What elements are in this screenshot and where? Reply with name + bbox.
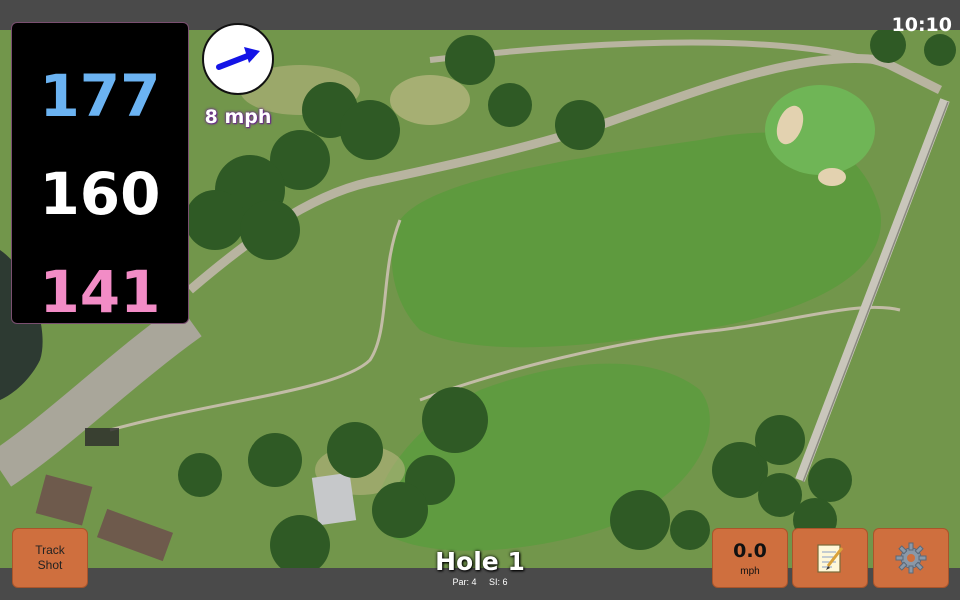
front-distance: 141 [39,258,161,326]
distance-panel: 177 160 141 [11,22,189,324]
clock: 10:10 [891,14,952,36]
notes-button[interactable] [792,528,868,588]
wind-direction-indicator[interactable] [202,23,274,95]
hole-title: Hole 1 [435,547,525,576]
track-shot-label-line1: Track [35,543,65,557]
speed-button[interactable]: 0.0 mph [712,528,788,588]
speed-value: 0.0 [733,539,767,562]
hole-par: Par: 4 [452,577,477,587]
track-shot-label-line2: Shot [37,558,63,572]
back-distance: 177 [39,62,161,130]
gear-icon [895,542,927,574]
track-shot-button[interactable]: Track Shot [12,528,88,588]
hole-info: Par: 4 SI: 6 [380,577,580,587]
wind-speed-label: 8 mph [204,106,272,128]
middle-distance: 160 [39,160,161,228]
settings-button[interactable] [873,528,949,588]
notepad-icon [817,544,844,573]
hole-stroke-index: SI: 6 [489,577,508,587]
arrow-northeast-icon [216,47,260,70]
speed-unit: mph [740,565,760,577]
